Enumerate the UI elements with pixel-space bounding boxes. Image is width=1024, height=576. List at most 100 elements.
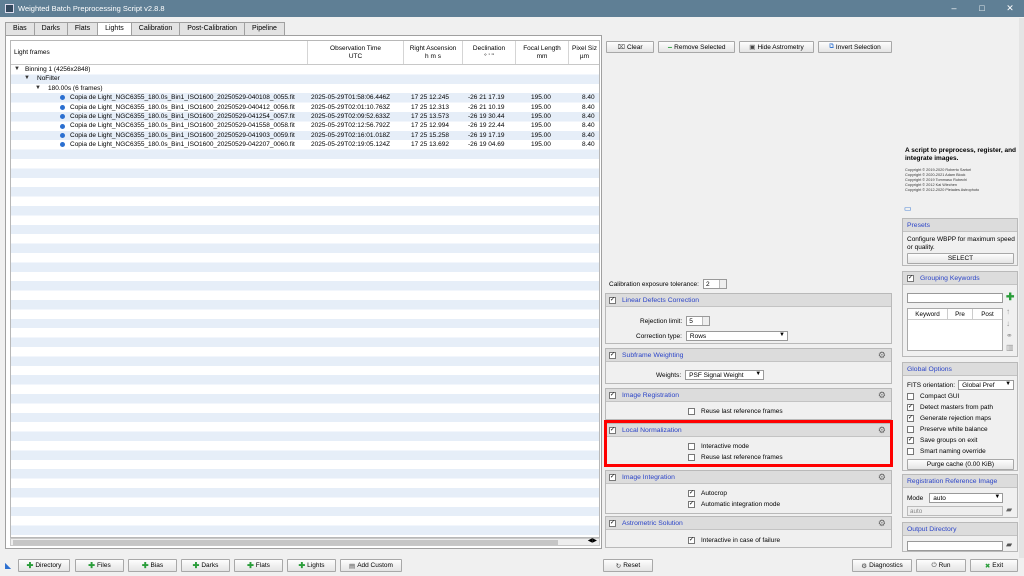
corner-arrow-icon[interactable]: ◣: [5, 561, 11, 570]
col-pixel-size[interactable]: Pixel Siz µm: [569, 41, 599, 64]
tab-bias[interactable]: Bias: [5, 22, 35, 35]
correction-type-select[interactable]: Rows ▼: [685, 331, 788, 341]
reference-mode-select[interactable]: auto ▼: [929, 493, 1004, 503]
invert-selection-button[interactable]: ⧉ Invert Selection: [818, 41, 892, 53]
reference-path-field[interactable]: auto: [907, 506, 1003, 516]
trash-icon[interactable]: ▥: [1006, 343, 1014, 352]
col-keyword[interactable]: Keyword: [908, 309, 948, 319]
auto-integration-checkbox[interactable]: ✓: [688, 501, 695, 508]
calibration-tolerance-spinbox[interactable]: 2: [702, 279, 727, 289]
add-directory-button[interactable]: ✚ Directory: [18, 559, 70, 572]
folder-icon[interactable]: ▰: [1006, 505, 1012, 514]
arrow-down-icon[interactable]: ↓: [1006, 319, 1010, 328]
purge-cache-button[interactable]: Purge cache (0.00 KiB): [907, 459, 1014, 470]
col-declination[interactable]: Declination ° ' ": [463, 41, 516, 64]
add-flats-button[interactable]: ✚ Flats: [234, 559, 283, 572]
compact-gui-row[interactable]: Compact GUI: [907, 393, 959, 400]
collapse-arrow-icon[interactable]: ▼: [35, 84, 41, 93]
detect-masters-row[interactable]: ✓ Detect masters from path: [907, 404, 993, 411]
tree-group-exposure[interactable]: ▼ 180.00s (6 frames): [11, 84, 599, 93]
ldc-enable-checkbox[interactable]: ✓: [609, 296, 616, 304]
col-focal-length[interactable]: Focal Length mm: [516, 41, 569, 64]
diagnostics-button[interactable]: ⚙ Diagnostics: [852, 559, 912, 572]
autocrop-row[interactable]: ✓ Autocrop: [688, 490, 727, 497]
col-post[interactable]: Post: [973, 309, 1002, 319]
add-files-button[interactable]: ✚ Files: [75, 559, 124, 572]
reuse-reference-checkbox-row[interactable]: Reuse last reference frames: [688, 408, 783, 415]
add-keyword-icon[interactable]: ✚: [1006, 292, 1014, 303]
tab-darks[interactable]: Darks: [33, 22, 68, 35]
table-row[interactable]: Copia de Light_NGC6355_180.0s_Bin1_ISO16…: [11, 131, 599, 140]
fits-orientation-select[interactable]: Global Pref ▼: [958, 380, 1015, 390]
gear-icon[interactable]: ⚙: [878, 390, 886, 401]
clear-button[interactable]: ⌧ Clear: [606, 41, 654, 53]
tab-post-calibration[interactable]: Post-Calibration: [179, 22, 246, 35]
link-icon[interactable]: ⚭: [1006, 331, 1013, 340]
col-pre[interactable]: Pre: [948, 309, 973, 319]
scrollbar-thumb[interactable]: [13, 540, 558, 545]
interactive-failure-checkbox[interactable]: ✓: [688, 537, 695, 544]
col-observation-time[interactable]: Observation Time UTC: [308, 41, 404, 64]
tab-calibration[interactable]: Calibration: [130, 22, 181, 35]
keyword-table[interactable]: Keyword Pre Post: [907, 308, 1003, 351]
scroll-arrows-icon[interactable]: ◀▶: [588, 537, 597, 544]
tab-pipeline[interactable]: Pipeline: [244, 22, 285, 35]
add-custom-button[interactable]: ▤ Add Custom: [340, 559, 402, 572]
remove-selected-button[interactable]: − Remove Selected: [658, 41, 735, 53]
table-row[interactable]: Copia de Light_NGC6355_180.0s_Bin1_ISO16…: [11, 93, 599, 102]
smart-naming-checkbox[interactable]: [907, 448, 914, 455]
reuse-reference-checkbox[interactable]: [688, 408, 695, 415]
tab-flats[interactable]: Flats: [66, 22, 99, 35]
col-light-frames[interactable]: Light frames: [11, 41, 308, 64]
gear-icon[interactable]: ⚙: [878, 472, 886, 483]
add-bias-button[interactable]: ✚ Bias: [128, 559, 177, 572]
rejection-limit-spinbox[interactable]: 5: [686, 316, 711, 326]
maximize-button[interactable]: □: [968, 0, 996, 17]
reset-button[interactable]: ↻ Reset: [603, 559, 653, 572]
auto-integration-row[interactable]: ✓ Automatic integration mode: [688, 501, 780, 508]
gear-icon[interactable]: ⚙: [878, 518, 886, 529]
table-row[interactable]: Copia de Light_NGC6355_180.0s_Bin1_ISO16…: [11, 103, 599, 112]
rejection-maps-checkbox[interactable]: ✓: [907, 415, 914, 422]
table-row[interactable]: Copia de Light_NGC6355_180.0s_Bin1_ISO16…: [11, 140, 599, 149]
light-frames-tree[interactable]: Light frames Observation Time UTC Right A…: [10, 40, 600, 538]
weights-select[interactable]: PSF Signal Weight ▼: [685, 370, 765, 380]
tab-lights[interactable]: Lights: [97, 22, 132, 36]
autocrop-checkbox[interactable]: ✓: [688, 490, 695, 497]
info-icon[interactable]: ▭: [904, 204, 912, 213]
collapse-arrow-icon[interactable]: ▼: [14, 65, 20, 74]
hide-astrometry-button[interactable]: ▣ Hide Astrometry: [739, 41, 814, 53]
interactive-failure-row[interactable]: ✓ Interactive in case of failure: [688, 537, 780, 544]
preserve-wb-checkbox[interactable]: [907, 426, 914, 433]
rejection-maps-row[interactable]: ✓ Generate rejection maps: [907, 415, 991, 422]
minimize-button[interactable]: –: [940, 0, 968, 17]
add-lights-button[interactable]: ✚ Lights: [287, 559, 336, 572]
smart-naming-row[interactable]: Smart naming override: [907, 448, 986, 455]
folder-icon[interactable]: ▰: [1006, 540, 1012, 549]
astrometry-enable-checkbox[interactable]: ✓: [609, 519, 616, 527]
detect-masters-checkbox[interactable]: ✓: [907, 404, 914, 411]
add-darks-button[interactable]: ✚ Darks: [181, 559, 230, 572]
gear-icon[interactable]: ⚙: [878, 350, 886, 361]
horizontal-scrollbar[interactable]: ◀▶: [10, 538, 600, 546]
output-directory-input[interactable]: [907, 541, 1003, 551]
keyword-input[interactable]: [907, 293, 1003, 303]
select-preset-button[interactable]: SELECT: [907, 253, 1014, 264]
subframe-enable-checkbox[interactable]: ✓: [609, 351, 616, 359]
registration-enable-checkbox[interactable]: ✓: [609, 391, 616, 399]
compact-gui-checkbox[interactable]: [907, 393, 914, 400]
preserve-wb-row[interactable]: Preserve white balance: [907, 426, 988, 433]
integration-enable-checkbox[interactable]: ✓: [609, 473, 616, 481]
run-button[interactable]: ⏻ Run: [916, 559, 966, 572]
grouping-enable-checkbox[interactable]: ✓: [907, 274, 914, 282]
tree-group-binning[interactable]: ▼ Binning 1 (4256x2848): [11, 65, 599, 74]
arrow-up-icon[interactable]: ↑: [1006, 307, 1010, 316]
exit-button[interactable]: ✖ Exit: [970, 559, 1018, 572]
table-row[interactable]: Copia de Light_NGC6355_180.0s_Bin1_ISO16…: [11, 112, 599, 121]
col-right-ascension[interactable]: Right Ascension h m s: [404, 41, 463, 64]
save-groups-checkbox[interactable]: ✓: [907, 437, 914, 444]
collapse-arrow-icon[interactable]: ▼: [24, 74, 30, 83]
table-row[interactable]: Copia de Light_NGC6355_180.0s_Bin1_ISO16…: [11, 121, 599, 130]
save-groups-row[interactable]: ✓ Save groups on exit: [907, 437, 977, 444]
tree-group-filter[interactable]: ▼ NoFilter: [11, 74, 599, 83]
